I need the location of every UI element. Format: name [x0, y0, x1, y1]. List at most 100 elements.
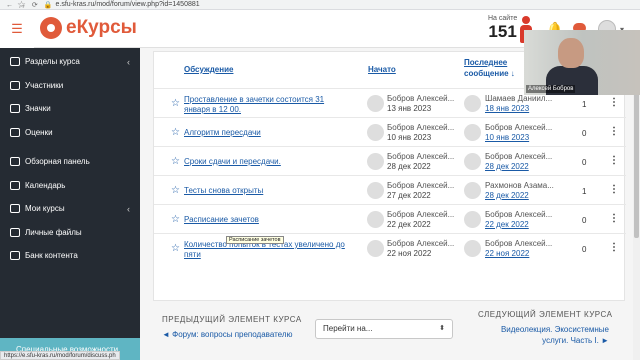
star-icon[interactable]: ☆	[171, 243, 180, 254]
last-author-avatar	[464, 153, 481, 170]
author-avatar	[367, 95, 384, 112]
author-avatar	[367, 153, 384, 170]
jump-to-value: Перейти на...	[323, 324, 373, 333]
grades-icon	[10, 127, 20, 137]
select-caret-icon: ⬍	[439, 325, 445, 332]
users-icon	[10, 80, 20, 90]
author-name[interactable]: Бобров Алексей...	[387, 210, 454, 219]
table-row[interactable]: ☆ Количество попыток в тестах увеличено …	[154, 233, 626, 262]
online-count: 151	[488, 22, 517, 41]
author-name[interactable]: Бобров Алексей...	[387, 181, 454, 190]
logo-mark-icon	[40, 17, 62, 39]
column-header-last-post-line2[interactable]: сообщение ↓	[464, 69, 515, 78]
last-author-name[interactable]: Рахмонов Азама...	[485, 181, 554, 190]
sidebar-item-grades[interactable]: Оценки	[0, 121, 140, 145]
started-date: 10 янв 2023	[387, 133, 432, 142]
hamburger-menu-icon[interactable]: ☰	[0, 10, 34, 48]
column-header-discussion[interactable]: Обсуждение	[184, 65, 233, 74]
jump-to-select[interactable]: Перейти на... ⬍	[315, 319, 453, 339]
next-activity-link[interactable]: Видеолекция. Экосистемные услуги. Часть …	[473, 324, 609, 346]
replies-count: 1	[582, 100, 587, 109]
replies-count: 0	[582, 158, 587, 167]
prev-activity-link[interactable]: ◄ Форум: вопросы преподавателю	[162, 330, 293, 339]
online-users-widget: На сайте 151	[488, 15, 517, 42]
author-name[interactable]: Бобров Алексей...	[387, 94, 454, 103]
sidebar-item-participants[interactable]: Участники	[0, 74, 140, 98]
browser-address-bar[interactable]: ← → ⟳ 🔒 e.sfu-kras.ru/mod/forum/view.php…	[0, 0, 640, 11]
star-icon[interactable]: ☆	[171, 214, 180, 225]
kebab-menu-icon[interactable]: ⋮	[609, 155, 619, 166]
scrollbar-thumb[interactable]	[634, 88, 639, 238]
last-author-avatar	[464, 95, 481, 112]
last-post-date-link[interactable]: 28 дек 2022	[485, 191, 529, 200]
site-logo[interactable]: eКурсы	[40, 17, 137, 39]
started-date: 27 дек 2022	[387, 191, 431, 200]
star-icon[interactable]: ☆	[171, 156, 180, 167]
discussion-topic-link[interactable]: Проставление в зачетки состоится 31 янва…	[184, 95, 349, 115]
sidebar-item-label: Календарь	[25, 180, 66, 190]
replies-count: 0	[582, 216, 587, 225]
discussion-topic-link[interactable]: Расписание зачетов	[184, 215, 349, 225]
kebab-menu-icon[interactable]: ⋮	[609, 184, 619, 195]
kebab-menu-icon[interactable]: ⋮	[609, 213, 619, 224]
last-post-date-link[interactable]: 28 дек 2022	[485, 162, 529, 171]
discussion-topic-link[interactable]: Алгоритм пересдачи	[184, 128, 349, 138]
sidebar-item-label: Банк контента	[25, 251, 78, 261]
column-header-started[interactable]: Начато	[368, 65, 396, 74]
sidebar-item-my-courses[interactable]: Мои курсы ‹	[0, 197, 140, 221]
content-bank-icon	[10, 251, 20, 261]
last-author-name[interactable]: Бобров Алексей...	[485, 239, 552, 248]
table-row[interactable]: ☆ Тесты снова открыты Бобров Алексей... …	[154, 175, 626, 204]
star-icon[interactable]: ☆	[171, 127, 180, 138]
tooltip: Расписание зачетов	[226, 236, 284, 244]
author-name[interactable]: Бобров Алексей...	[387, 152, 454, 161]
chevron-left-icon: ‹	[127, 203, 130, 214]
sidebar-item-label: Обзорная панель	[25, 157, 90, 167]
video-call-overlay[interactable]: Алексей Бобров	[524, 30, 640, 95]
sidebar-item-content-bank[interactable]: Банк контента	[0, 244, 140, 268]
status-bar-url: https://e.sfu-kras.ru/mod/forum/discuss.…	[0, 351, 120, 360]
author-name[interactable]: Бобров Алексей...	[387, 123, 454, 132]
sidebar-item-label: Личные файлы	[25, 227, 82, 237]
course-sidebar: Разделы курса ‹ Участники Значки Оценки …	[0, 48, 140, 360]
last-post-date-link[interactable]: 22 ноя 2022	[485, 249, 529, 258]
sidebar-item-label: Значки	[25, 104, 51, 114]
participant-name: Алексей Бобров	[526, 85, 576, 93]
last-author-name[interactable]: Бобров Алексей...	[485, 152, 552, 161]
author-name[interactable]: Бобров Алексей...	[387, 239, 454, 248]
star-icon[interactable]: ☆	[171, 185, 180, 196]
prev-activity-label: ПРЕДЫДУЩИЙ ЭЛЕМЕНТ КУРСА	[162, 315, 302, 324]
table-row[interactable]: ☆ Расписание зачетов Бобров Алексей... 2…	[154, 204, 626, 233]
last-author-name[interactable]: Шамаев Даниил...	[485, 94, 552, 103]
list-icon	[10, 57, 20, 67]
courses-icon	[10, 204, 20, 214]
kebab-menu-icon[interactable]: ⋮	[609, 126, 619, 137]
started-date: 28 дек 2022	[387, 162, 431, 171]
last-author-name[interactable]: Бобров Алексей...	[485, 210, 552, 219]
star-icon[interactable]: ☆	[171, 98, 180, 109]
sidebar-item-calendar[interactable]: Календарь	[0, 174, 140, 198]
last-author-avatar	[464, 240, 481, 257]
sidebar-item-dashboard[interactable]: Обзорная панель	[0, 150, 140, 174]
sidebar-item-badges[interactable]: Значки	[0, 97, 140, 121]
column-header-last-post-line1[interactable]: Последнее	[464, 58, 507, 67]
sidebar-item-sections[interactable]: Разделы курса ‹	[0, 50, 140, 74]
kebab-menu-icon[interactable]: ⋮	[609, 97, 619, 108]
discussion-topic-link[interactable]: Тесты снова открыты	[184, 186, 349, 196]
last-author-avatar	[464, 211, 481, 228]
chevron-left-icon: ‹	[127, 56, 130, 67]
dashboard-icon	[10, 157, 20, 167]
discussion-topic-link[interactable]: Сроки сдачи и пересдачи.	[184, 157, 349, 167]
table-row[interactable]: ☆ Сроки сдачи и пересдачи. Бобров Алексе…	[154, 146, 626, 175]
last-post-date-link[interactable]: 18 янв 2023	[485, 104, 529, 113]
author-avatar	[367, 211, 384, 228]
last-author-avatar	[464, 124, 481, 141]
next-activity-label: СЛЕДУЮЩИЙ ЭЛЕМЕНТ КУРСА	[478, 310, 613, 319]
sidebar-item-private-files[interactable]: Личные файлы	[0, 221, 140, 245]
last-author-name[interactable]: Бобров Алексей...	[485, 123, 552, 132]
table-row[interactable]: ☆ Алгоритм пересдачи Бобров Алексей... 1…	[154, 117, 626, 146]
kebab-menu-icon[interactable]: ⋮	[609, 242, 619, 253]
last-author-avatar	[464, 182, 481, 199]
last-post-date-link[interactable]: 22 дек 2022	[485, 220, 529, 229]
last-post-date-link[interactable]: 10 янв 2023	[485, 133, 529, 142]
